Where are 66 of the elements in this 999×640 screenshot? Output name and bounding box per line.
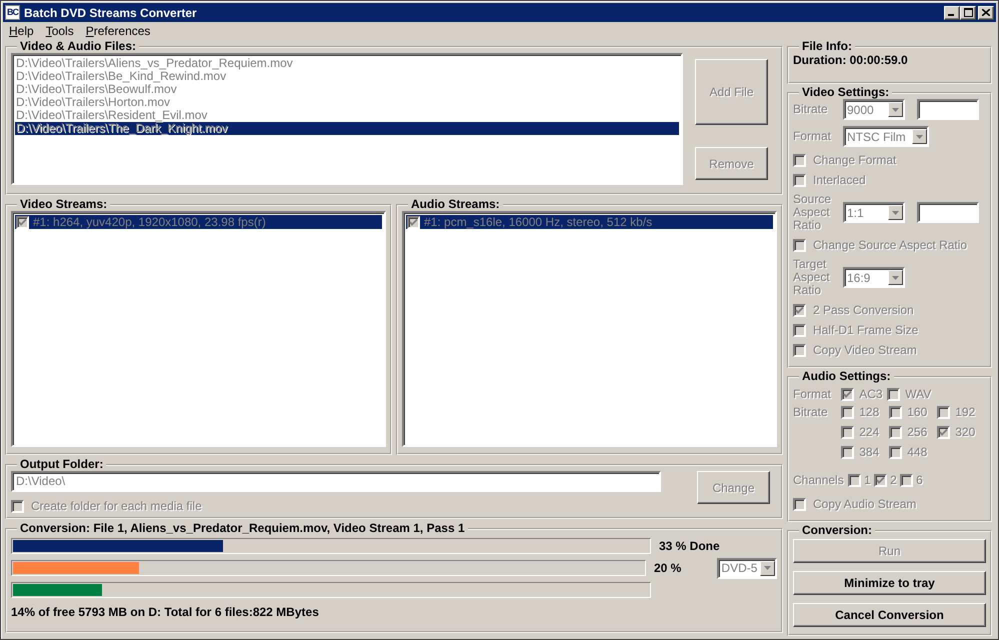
menu-item[interactable]: Tools	[46, 24, 74, 38]
app-logo: BC	[5, 5, 20, 20]
checkbox-label: 320	[955, 425, 976, 439]
group-title: Output Folder:	[19, 458, 104, 471]
checkbox-label: 2	[890, 473, 897, 487]
stream-list[interactable]: #1: pcm_s16le, 16000 Hz, stereo, 512 kb/s	[402, 211, 777, 447]
checkbox-label: 160	[907, 405, 928, 419]
caret-icon	[916, 134, 923, 138]
progress-reading: 33 % Done	[659, 539, 721, 553]
setting-label: Source Aspect Ratio	[793, 193, 832, 232]
checkbox[interactable]	[16, 216, 29, 228]
menu-item[interactable]: Help	[9, 24, 34, 38]
caret-icon	[892, 276, 899, 280]
caret-icon	[764, 566, 771, 570]
checkbox-label: Change Format	[813, 153, 896, 167]
checkbox-label: Change Source Aspect Ratio	[813, 238, 968, 252]
progress-reading: 20 %	[654, 561, 682, 575]
checkbox-label: 128	[859, 405, 880, 419]
checkbox-label: Create folder for each media file	[31, 499, 202, 513]
group-title: Conversion: File 1, Aliens_vs_Predator_Requiem.mov, Video Stream 1, Pass 1	[19, 522, 466, 535]
maximize-button[interactable]	[960, 6, 976, 20]
checkbox-label: Interlaced	[813, 173, 866, 187]
checkbox-label: 192	[955, 405, 976, 419]
checkbox[interactable]	[407, 216, 420, 228]
group-title: Audio Streams:	[410, 198, 501, 211]
caret-icon	[892, 210, 899, 214]
checkbox-label: 256	[907, 425, 928, 439]
setting-label: Bitrate	[793, 405, 829, 419]
checkbox-label: 2 Pass Conversion	[813, 303, 914, 317]
close-icon	[982, 9, 990, 16]
group-title: File Info:	[801, 40, 853, 53]
checkbox-label: 384	[859, 445, 880, 459]
setting-label: Bitrate	[793, 103, 829, 116]
group-title: Video & Audio Files:	[19, 40, 138, 53]
setting-label: Channels	[793, 473, 845, 487]
checkbox[interactable]	[11, 500, 24, 512]
checkbox-label: AC3	[859, 387, 883, 401]
checkbox-label: 1	[864, 473, 871, 487]
checkbox-label: 6	[916, 473, 923, 487]
checkbox-label: 448	[907, 445, 928, 459]
minimize-button[interactable]	[944, 6, 960, 20]
setting-label: Target Aspect Ratio	[793, 258, 831, 297]
maximize-icon	[964, 8, 972, 17]
group-title: Video Settings:	[801, 86, 890, 99]
checkbox-label: Copy Video Stream	[813, 343, 917, 357]
stream-list-item[interactable]: #1: pcm_s16le, 16000 Hz, stereo, 512 kb/s	[406, 215, 773, 229]
duration-text: Duration: 00:00:59.0	[793, 53, 909, 67]
checkbox-label: Copy Audio Stream	[813, 497, 916, 511]
checkbox-label: WAV	[905, 387, 932, 401]
conversion-button[interactable]: Cancel Conversion	[793, 603, 986, 627]
group-title: Video Streams:	[19, 198, 108, 211]
menu-item[interactable]: Preferences	[86, 24, 150, 38]
status-text: 14% of free 5793 MB on D: Total for 6 files:822 MBytes	[11, 605, 320, 619]
setting-label: Format	[793, 387, 832, 401]
group-title: Conversion:	[801, 524, 874, 537]
checkbox-label: 224	[859, 425, 880, 439]
caret-icon	[892, 108, 899, 112]
setting-label: Format	[793, 130, 832, 143]
conversion-button[interactable]: Minimize to tray	[793, 571, 986, 595]
stream-list[interactable]: #1: h264, yuv420p, 1920x1080, 23.98 fps(r)	[11, 211, 386, 447]
stream-list-item[interactable]: #1: h264, yuv420p, 1920x1080, 23.98 fps(r)	[15, 215, 382, 229]
close-button[interactable]	[978, 6, 994, 20]
window-title: Batch DVD Streams Converter	[24, 6, 198, 20]
folder-field[interactable]: D:\Video\	[11, 471, 661, 492]
group-title: Audio Settings:	[801, 370, 892, 383]
checkbox-label: Half-D1 Frame Size	[813, 323, 918, 337]
